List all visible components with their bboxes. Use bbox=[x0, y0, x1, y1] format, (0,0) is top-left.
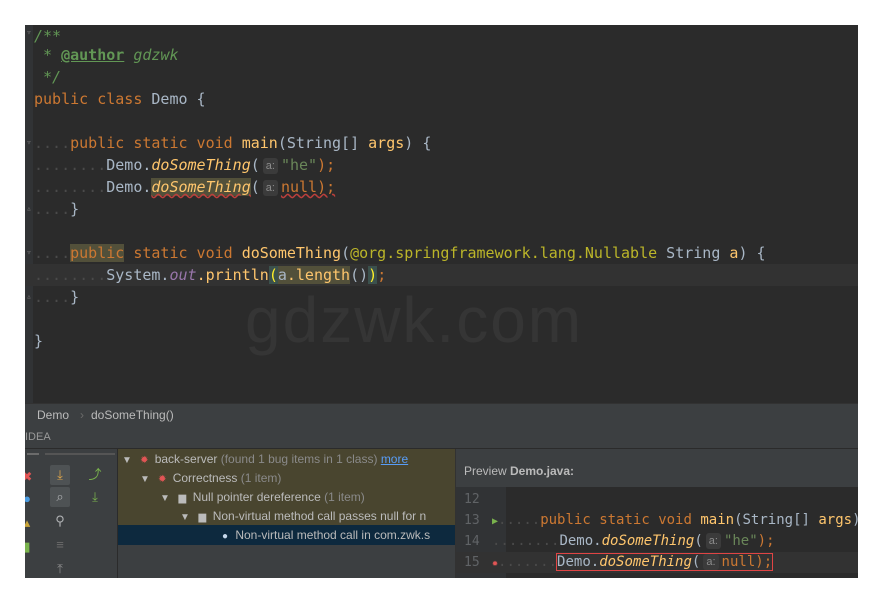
tree-category-count: (1 item) bbox=[240, 471, 282, 485]
param-hint: a: bbox=[262, 158, 278, 174]
collapse-all-icon[interactable]: ⤒ bbox=[50, 559, 70, 578]
findbugs-panel: ✖ ⤓ ⤴ ● ⌕ ⤓ ▴ ⚲ ▮ ≡ ⤒ ▼ ✹ back-server (f… bbox=[25, 449, 858, 578]
code-line-3: */ bbox=[43, 68, 62, 86]
code-line-15: } bbox=[34, 332, 44, 350]
more-link[interactable]: more bbox=[381, 452, 408, 466]
tree-root-label: back-server bbox=[154, 452, 218, 466]
code-line-12: ........System.out.println(a.length()); bbox=[34, 266, 387, 284]
preview-line-15: 15 ✹.......Demo.doSomeThing(a: null); bbox=[456, 552, 858, 573]
tool-window-header: IDEA bbox=[25, 426, 858, 449]
tree-node-pattern[interactable]: ▼ ▆ Non-virtual method call passes null … bbox=[118, 506, 455, 526]
toolbar-divider bbox=[45, 453, 115, 455]
breadcrumb-separator: › bbox=[80, 408, 84, 422]
code-line-8: ........Demo.doSomeThing(a: null); bbox=[34, 178, 336, 196]
preview-pane[interactable]: Preview Demo.java: 12 13 ▶.....public sta… bbox=[455, 449, 858, 578]
tree-pattern-label: Non-virtual method call passes null for … bbox=[212, 509, 427, 523]
fold-arrow-icon[interactable]: ▿ bbox=[25, 248, 33, 258]
zoom-icon[interactable]: ⚲ bbox=[50, 511, 70, 531]
code-line-9: ....} bbox=[34, 200, 80, 218]
tree-root-info: (found 1 bug items in 1 class) bbox=[220, 452, 378, 466]
code-editor[interactable]: gdzwk.com ▿ /** * @author gdzwk */ publi… bbox=[25, 25, 858, 403]
circle-icon: ● bbox=[221, 531, 229, 542]
tree-type-count: (1 item) bbox=[324, 490, 365, 504]
fold-end-icon[interactable]: ▵ bbox=[25, 292, 33, 302]
param-hint: a: bbox=[262, 180, 278, 196]
watermark: gdzwk.com bbox=[245, 284, 584, 356]
bug-tree[interactable]: ▼ ✹ back-server (found 1 bug items in 1 … bbox=[117, 449, 455, 578]
tree-category-label: Correctness bbox=[172, 471, 238, 485]
preview-line-13: 13 ▶.....public static void main(String[]… bbox=[464, 512, 858, 528]
search-icon[interactable]: ⌕ bbox=[50, 487, 70, 507]
tree-bug-item-label: Non-virtual method call in com.zwk.s bbox=[235, 528, 431, 542]
code-line-11: ....public static void doSomeThing(@org.… bbox=[34, 244, 766, 262]
toolbar-divider bbox=[27, 453, 39, 455]
preview-file: Demo.java: bbox=[510, 464, 575, 478]
code-line-2: * @author gdzwk bbox=[43, 46, 179, 64]
breadcrumb-item-method[interactable]: doSomeThing() bbox=[91, 404, 174, 426]
param-hint: a: bbox=[705, 533, 721, 549]
preview-line-14: 14 ........Demo.doSomeThing(a: "he"); bbox=[464, 533, 775, 549]
code-line-6: ....public static void main(String[] arg… bbox=[34, 134, 432, 152]
editor-gutter bbox=[25, 25, 33, 403]
preview-line-12: 12 bbox=[464, 492, 480, 507]
jump-to-source-icon[interactable]: ⤴ bbox=[85, 465, 105, 485]
breadcrumb: Demo › doSomeThing() bbox=[25, 403, 858, 426]
code-line-4: public class Demo { bbox=[34, 90, 206, 108]
tree-node-bug-item[interactable]: ● Non-virtual method call in com.zwk.s bbox=[118, 525, 455, 545]
tool-window-title: IDEA bbox=[25, 431, 51, 443]
fold-end-icon[interactable]: ▵ bbox=[25, 204, 33, 214]
tree-node-type[interactable]: ▼ ▆ Null pointer dereference (1 item) bbox=[118, 487, 455, 507]
param-hint: a: bbox=[703, 554, 719, 570]
info-icon[interactable]: ● bbox=[25, 489, 37, 509]
expand-all-icon[interactable]: ≡ bbox=[50, 535, 70, 555]
tree-node-category[interactable]: ▼ ✹ Correctness (1 item) bbox=[118, 468, 455, 488]
fold-arrow-icon[interactable]: ▿ bbox=[25, 138, 33, 148]
export-icon[interactable]: ⤓ bbox=[50, 465, 70, 485]
preview-header: Preview Demo.java: bbox=[456, 449, 858, 487]
fold-arrow-icon[interactable]: ▿ bbox=[25, 28, 33, 38]
breadcrumb-item-demo[interactable]: Demo bbox=[37, 404, 69, 426]
close-icon[interactable]: ✖ bbox=[25, 467, 37, 487]
tree-type-label: Null pointer dereference bbox=[192, 490, 321, 504]
status-icon[interactable]: ▮ bbox=[25, 537, 37, 557]
tree-node-root[interactable]: ▼ ✹ back-server (found 1 bug items in 1 … bbox=[118, 449, 455, 469]
import-icon[interactable]: ⤓ bbox=[85, 487, 105, 507]
code-line-7: ........Demo.doSomeThing(a: "he"); bbox=[34, 156, 336, 174]
code-line-13: ....} bbox=[34, 288, 80, 306]
warning-icon[interactable]: ▴ bbox=[25, 513, 37, 533]
ide-window: gdzwk.com ▿ /** * @author gdzwk */ publi… bbox=[25, 25, 858, 578]
